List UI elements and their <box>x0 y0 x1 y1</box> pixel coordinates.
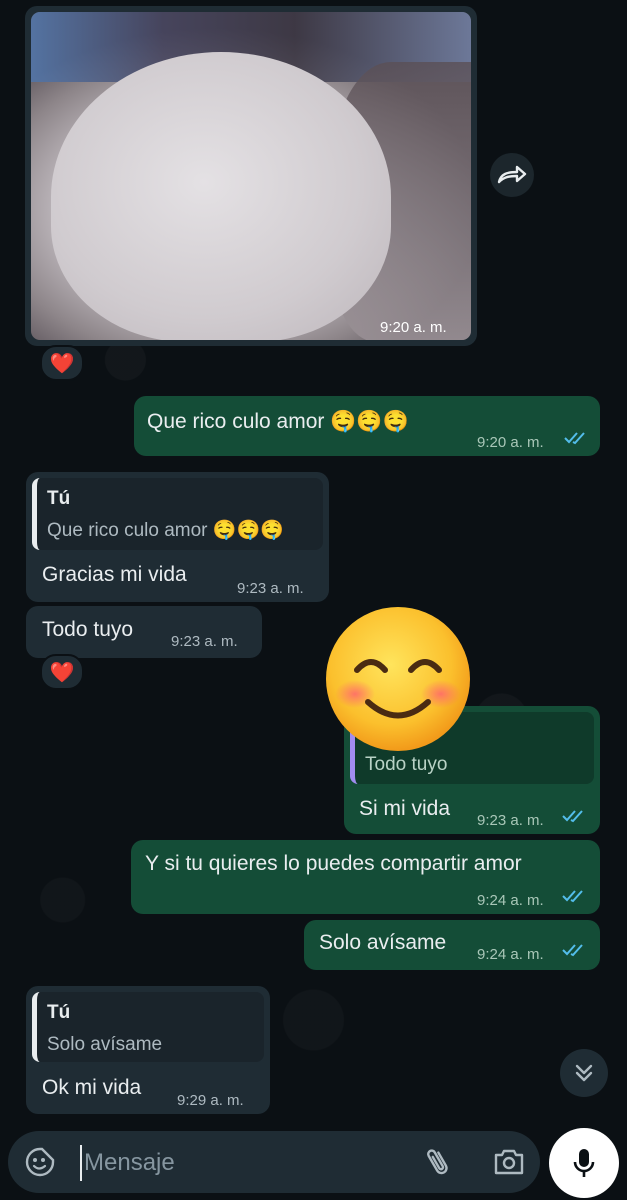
quote-text: Que rico culo amor 🤤🤤🤤 <box>47 520 284 541</box>
quote-text: Todo tuyo <box>365 754 448 775</box>
message-input[interactable] <box>80 1145 406 1181</box>
quote-author: Tú <box>47 1002 71 1023</box>
double-check-icon <box>562 810 583 823</box>
message-text: Ok mi vida <box>42 1076 142 1099</box>
message-text: Que rico culo amor 🤤🤤🤤 <box>147 410 409 433</box>
microphone-icon <box>573 1149 595 1177</box>
message-text: Todo tuyo <box>42 618 134 641</box>
double-check-icon <box>564 432 585 445</box>
message-time: 9:20 a. m. <box>477 434 544 451</box>
message-text: Y si tu quieres lo puedes compartir amor <box>145 852 522 875</box>
message-time: 9:24 a. m. <box>477 946 544 963</box>
double-chevron-down-icon <box>575 1064 593 1082</box>
quoted-message[interactable]: Tú Solo avísame <box>32 992 264 1062</box>
heart-reaction[interactable]: ❤️ <box>40 654 84 690</box>
message-time: 9:23 a. m. <box>477 812 544 829</box>
outgoing-message[interactable]: Y si tu quieres lo puedes compartir amor… <box>131 840 600 914</box>
message-text: Gracias mi vida <box>42 563 187 586</box>
incoming-reply-message[interactable]: Tú Que rico culo amor 🤤🤤🤤 Gracias mi vid… <box>26 472 329 602</box>
message-time: 9:23 a. m. <box>171 633 238 650</box>
heart-icon: ❤️ <box>49 352 75 375</box>
message-time: 9:23 a. m. <box>237 580 304 597</box>
message-composer <box>8 1131 540 1193</box>
camera-icon[interactable] <box>493 1148 525 1176</box>
message-time: 9:29 a. m. <box>177 1092 244 1109</box>
message-time: 9:24 a. m. <box>477 892 544 909</box>
quote-text: Solo avísame <box>47 1034 163 1055</box>
double-check-icon <box>562 944 583 957</box>
outgoing-message[interactable]: Solo avísame 9:24 a. m. <box>304 920 600 970</box>
incoming-message[interactable]: Todo tuyo 9:23 a. m. <box>26 606 262 658</box>
scroll-to-bottom-button[interactable] <box>560 1049 608 1097</box>
message-time: 9:20 a. m. <box>380 319 447 336</box>
heart-icon: ❤️ <box>49 661 75 684</box>
sticker-icon[interactable] <box>24 1146 56 1178</box>
double-check-icon <box>562 890 583 903</box>
voice-message-button[interactable] <box>549 1128 619 1198</box>
heart-reaction[interactable]: ❤️ <box>40 345 84 381</box>
incoming-reply-message[interactable]: Tú Solo avísame Ok mi vida 9:29 a. m. <box>26 986 270 1114</box>
message-text: Solo avísame <box>319 931 447 954</box>
forward-button[interactable] <box>490 153 534 197</box>
photo-message[interactable]: 9:20 a. m. <box>25 6 477 346</box>
smiling-face-icon <box>326 607 470 751</box>
quote-author: Tú <box>47 488 71 509</box>
outgoing-message[interactable]: Que rico culo amor 🤤🤤🤤 9:20 a. m. <box>134 396 600 456</box>
photo-thumbnail[interactable] <box>31 12 471 340</box>
forward-icon <box>497 165 527 184</box>
message-text: Si mi vida <box>359 797 451 820</box>
paperclip-icon[interactable] <box>425 1145 451 1179</box>
quoted-message[interactable]: Tú Que rico culo amor 🤤🤤🤤 <box>32 478 323 550</box>
